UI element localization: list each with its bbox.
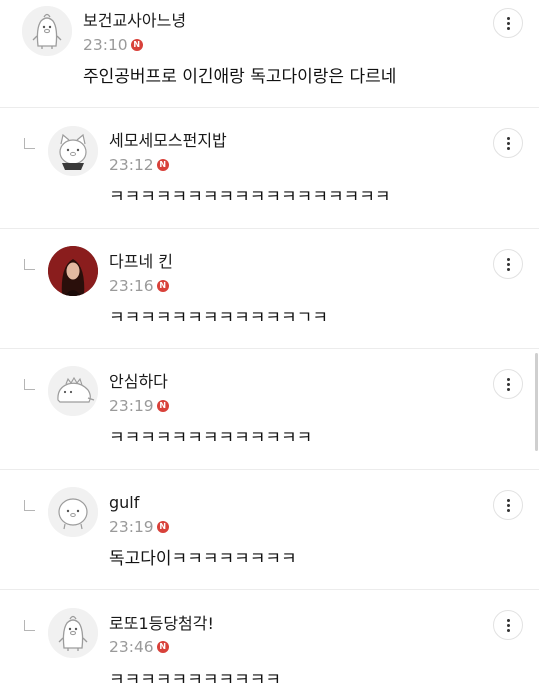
profile-avatar[interactable] <box>48 126 98 176</box>
new-badge: N <box>156 159 169 171</box>
comment-meta: 23:10 N <box>83 35 143 55</box>
profile-avatar[interactable] <box>48 487 98 537</box>
comment-meta: 23:16 N <box>109 276 169 296</box>
comment-text: 독고다이ㅋㅋㅋㅋㅋㅋㅋㅋ <box>109 549 297 569</box>
penguin-avatar-icon <box>48 608 98 658</box>
more-dot-icon <box>506 623 510 627</box>
nickname[interactable]: 세모세모스펀지밥 <box>109 131 227 151</box>
profile-avatar[interactable] <box>48 246 98 296</box>
profile-avatar[interactable] <box>22 6 72 56</box>
more-dot-icon <box>506 267 510 271</box>
comment-meta: 23:12 N <box>109 155 169 175</box>
more-dot-icon <box>506 257 510 261</box>
timestamp: 23:16 <box>109 277 154 295</box>
more-dot-icon <box>506 508 510 512</box>
reply-arrow-icon <box>24 620 35 631</box>
more-dot-icon <box>506 498 510 502</box>
dinosaur-avatar-icon <box>48 366 98 416</box>
more-dot-icon <box>506 387 510 391</box>
timestamp: 23:19 <box>109 518 154 536</box>
cat-avatar-icon <box>48 126 98 176</box>
more-dot-icon <box>506 382 510 386</box>
more-dot-icon <box>506 136 510 140</box>
timestamp: 23:46 <box>109 638 154 656</box>
nickname[interactable]: gulf <box>109 493 139 513</box>
more-options-button[interactable] <box>493 610 523 640</box>
nickname[interactable]: 로또1등당첨각! <box>109 614 214 634</box>
nickname[interactable]: 다프네 킨 <box>109 252 173 272</box>
reply-item: 로또1등당첨각! 23:46 N ㅋㅋㅋㅋㅋㅋㅋㅋㅋㅋㅋ <box>0 590 539 697</box>
nickname[interactable]: 안심하다 <box>109 372 168 392</box>
more-dot-icon <box>506 618 510 622</box>
timestamp: 23:12 <box>109 156 154 174</box>
new-badge: N <box>156 400 169 412</box>
more-dot-icon <box>506 628 510 632</box>
reply-item: gulf 23:19 N 독고다이ㅋㅋㅋㅋㅋㅋㅋㅋ <box>0 470 539 590</box>
more-dot-icon <box>506 377 510 381</box>
more-dot-icon <box>506 262 510 266</box>
more-options-button[interactable] <box>493 369 523 399</box>
new-badge: N <box>156 521 169 533</box>
comment-meta: 23:19 N <box>109 517 169 537</box>
nickname[interactable]: 보건교사아느녕 <box>83 11 186 31</box>
penguin-avatar-icon <box>22 6 72 56</box>
comment-text: ㅋㅋㅋㅋㅋㅋㅋㅋㅋㅋㅋㅋㅋ <box>109 428 313 448</box>
more-options-button[interactable] <box>493 249 523 279</box>
new-badge: N <box>130 39 143 51</box>
more-dot-icon <box>506 26 510 30</box>
new-badge: N <box>156 280 169 292</box>
profile-avatar[interactable] <box>48 366 98 416</box>
comment-text: ㅋㅋㅋㅋㅋㅋㅋㅋㅋㅋㅋㅋㅋㅋㅋㅋㅋㅋ <box>109 187 391 207</box>
more-dot-icon <box>506 16 510 20</box>
new-badge: N <box>156 641 169 653</box>
timestamp: 23:19 <box>109 397 154 415</box>
comment-text: 주인공버프로 이긴애랑 독고다이랑은 다르네 <box>83 67 397 87</box>
reply-arrow-icon <box>24 379 35 390</box>
profile-avatar[interactable] <box>48 608 98 658</box>
more-options-button[interactable] <box>493 490 523 520</box>
comment-meta: 23:19 N <box>109 396 169 416</box>
more-dot-icon <box>506 503 510 507</box>
more-options-button[interactable] <box>493 8 523 38</box>
reply-item: 세모세모스펀지밥 23:12 N ㅋㅋㅋㅋㅋㅋㅋㅋㅋㅋㅋㅋㅋㅋㅋㅋㅋㅋ <box>0 108 539 229</box>
reply-arrow-icon <box>24 138 35 149</box>
comment-list: 보건교사아느녕 23:10 N 주인공버프로 이긴애랑 독고다이랑은 다르네 세… <box>0 0 539 697</box>
comment-text: ㅋㅋㅋㅋㅋㅋㅋㅋㅋㅋㅋㅋㄱㅋ <box>109 308 328 328</box>
reply-item: 안심하다 23:19 N ㅋㅋㅋㅋㅋㅋㅋㅋㅋㅋㅋㅋㅋ <box>0 349 539 470</box>
more-dot-icon <box>506 21 510 25</box>
reply-item: 다프네 킨 23:16 N ㅋㅋㅋㅋㅋㅋㅋㅋㅋㅋㅋㅋㄱㅋ <box>0 229 539 349</box>
comment-meta: 23:46 N <box>109 637 169 657</box>
photo-avatar-icon <box>48 246 98 296</box>
timestamp: 23:10 <box>83 36 128 54</box>
more-dot-icon <box>506 141 510 145</box>
reply-arrow-icon <box>24 259 35 270</box>
more-options-button[interactable] <box>493 128 523 158</box>
reply-arrow-icon <box>24 500 35 511</box>
comment-item: 보건교사아느녕 23:10 N 주인공버프로 이긴애랑 독고다이랑은 다르네 <box>0 0 539 108</box>
more-dot-icon <box>506 146 510 150</box>
ghost-avatar-icon <box>48 487 98 537</box>
comment-text: ㅋㅋㅋㅋㅋㅋㅋㅋㅋㅋㅋ <box>109 670 282 690</box>
scrollbar[interactable] <box>535 353 538 451</box>
